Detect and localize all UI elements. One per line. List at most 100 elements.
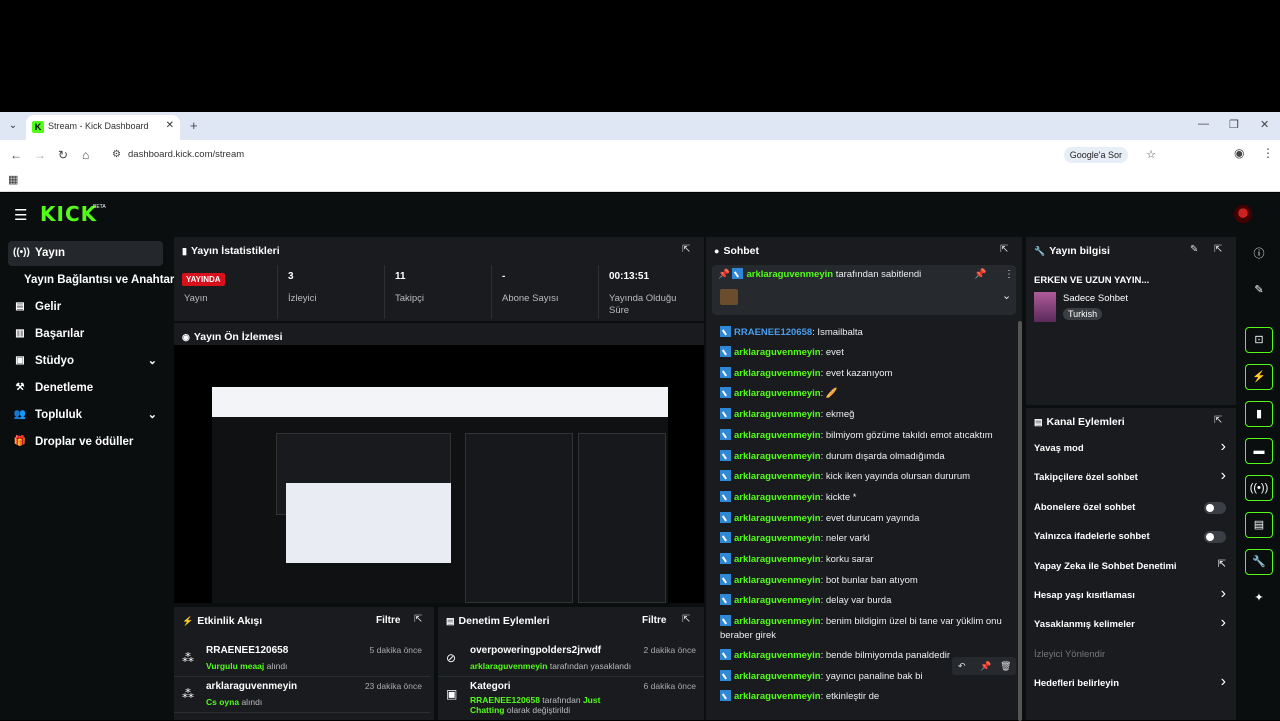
google-lens-button[interactable]: Google'a Sor [1063, 147, 1128, 163]
chat-message[interactable]: arklaraguvenmeyin: bende bilmiyomda pana… [720, 648, 950, 664]
tab-search-icon[interactable]: ⌄ [6, 119, 20, 133]
sidebar-item-stream[interactable]: ((•)) Yayın [8, 241, 163, 266]
channel-action-row[interactable]: Abonelere özel sohbet [1026, 493, 1236, 522]
chat-username[interactable]: arklaraguvenmeyin [734, 492, 821, 503]
chat-message[interactable]: arklaraguvenmeyin: ekmeğ [720, 407, 854, 423]
clip-icon[interactable]: ⊡ [1245, 327, 1273, 353]
chat-username[interactable]: RRAENEE120658 [734, 327, 812, 338]
channel-action-row[interactable]: Hedefleri belirleyin › [1026, 669, 1236, 698]
sidebar-item-moderation[interactable]: ⚒ Denetleme [8, 376, 163, 401]
popout-icon[interactable]: ⇱ [414, 614, 422, 625]
restore-icon[interactable]: ❐ [1229, 118, 1239, 131]
apps-grid-icon[interactable]: ▦ [8, 173, 18, 186]
chat-message[interactable]: arklaraguvenmeyin: yayıncı panaline bak … [720, 669, 923, 685]
chat-username[interactable]: arklaraguvenmeyin [734, 595, 821, 606]
popout-icon[interactable]: ⇱ [1000, 244, 1008, 255]
layout-icon[interactable]: ▤ [1245, 512, 1273, 538]
tab-close-icon[interactable]: ✕ [166, 120, 174, 131]
chat-message[interactable]: beraber girek [720, 628, 776, 644]
chat-username[interactable]: arklaraguvenmeyin [734, 388, 821, 399]
toggle-switch[interactable] [1204, 531, 1226, 544]
toggle-switch[interactable] [1204, 501, 1226, 514]
chat-username[interactable]: arklaraguvenmeyin [734, 575, 821, 586]
chat-message[interactable]: arklaraguvenmeyin: delay var burda [720, 593, 891, 609]
sidebar-item-drops[interactable]: 🎁 Droplar ve ödüller [8, 430, 163, 455]
reply-icon[interactable]: ↶ [958, 657, 966, 675]
chat-username[interactable]: arklaraguvenmeyin [734, 671, 821, 682]
chat-message[interactable]: RRAENEE120658: Ismailbalta [720, 325, 863, 341]
chat-message[interactable]: arklaraguvenmeyin: evet durucam yayında [720, 511, 919, 527]
new-tab-icon[interactable]: + [190, 118, 198, 133]
chevron-down-icon[interactable]: ⌄ [1002, 289, 1011, 302]
chat-username[interactable]: arklaraguvenmeyin [734, 533, 821, 544]
chat-username[interactable]: arklaraguvenmeyin [734, 554, 821, 565]
channel-action-row[interactable]: Yapay Zeka ile Sohbet Denetimi ⇱ [1026, 552, 1236, 581]
sidebar-item-community[interactable]: 👥 Topluluk ⌄ [8, 403, 163, 428]
channel-action-row[interactable]: Yasaklanmış kelimeler › [1026, 610, 1236, 639]
chat-username[interactable]: arklaraguvenmeyin [734, 368, 821, 379]
popout-icon[interactable]: ⇱ [682, 614, 690, 625]
more-options-icon[interactable]: ⋮ [1004, 269, 1014, 280]
sidebar-item-revenue[interactable]: ▤ Gelir [8, 295, 163, 320]
sidebar-item-stream-key[interactable]: Yayın Bağlantısı ve Anahtarı [8, 268, 178, 293]
preview-video[interactable] [174, 345, 704, 603]
wrench-icon[interactable]: 🔧 [1245, 549, 1273, 575]
broadcast-icon[interactable]: ((•)) [1245, 475, 1273, 501]
back-icon[interactable]: ← [10, 148, 22, 162]
channel-action-row[interactable]: Yavaş mod › [1026, 434, 1236, 463]
chat-message[interactable]: arklaraguvenmeyin: bot bunlar ban atıyom [720, 573, 918, 589]
chat-message[interactable]: arklaraguvenmeyin: 🥖 [720, 386, 838, 402]
menu-icon[interactable]: ☰ [14, 206, 27, 224]
chat-message[interactable]: arklaraguvenmeyin: neler varkl [720, 531, 870, 547]
channel-action-row[interactable]: Hesap yaşı kısıtlaması › [1026, 581, 1236, 610]
browser-menu-icon[interactable]: ⋮ [1262, 146, 1274, 160]
pinned-message[interactable]: 📌 arklaraguvenmeyin tarafından sabitlend… [712, 265, 1016, 315]
channel-action-row[interactable]: Yalnızca ifadelerle sohbet [1026, 522, 1236, 551]
browser-tab[interactable]: K Stream - Kick Dashboard ✕ [26, 115, 180, 140]
pin-icon[interactable]: 📌 [974, 269, 986, 280]
sidebar-item-achievements[interactable]: ▥ Başarılar [8, 322, 163, 347]
chat-bubble-icon[interactable]: ▬ [1245, 438, 1273, 464]
chat-username[interactable]: arklaraguvenmeyin [734, 691, 821, 702]
channel-action-row[interactable]: Takipçilere özel sohbet › [1026, 463, 1236, 492]
pin-message-icon[interactable]: 📌 [980, 657, 991, 675]
chat-message[interactable]: arklaraguvenmeyin: korku sarar [720, 552, 873, 568]
minimize-icon[interactable]: — [1198, 118, 1209, 130]
close-window-icon[interactable]: ✕ [1260, 118, 1269, 131]
chat-message[interactable]: arklaraguvenmeyin: evet kazanıyom [720, 366, 892, 382]
delete-icon[interactable]: 🗑 [1000, 657, 1011, 675]
popout-icon[interactable]: ⇱ [1214, 415, 1222, 426]
chat-username[interactable]: arklaraguvenmeyin [734, 513, 821, 524]
chat-username[interactable]: arklaraguvenmeyin [734, 430, 821, 441]
filter-button[interactable]: Filtre [376, 615, 400, 626]
chat-message[interactable]: arklaraguvenmeyin: kick iken yayında olu… [720, 469, 970, 485]
sidebar-item-studio[interactable]: ▣ Stüdyo ⌄ [8, 349, 163, 374]
chat-scrollbar[interactable] [1018, 321, 1022, 721]
popout-icon[interactable]: ⇱ [682, 244, 690, 255]
edit-icon[interactable]: ✎ [1245, 277, 1273, 303]
chat-message[interactable]: arklaraguvenmeyin: etkinleştir de [720, 689, 879, 705]
address-bar[interactable]: ⚙ dashboard.kick.com/stream Google'a Sor… [104, 144, 1224, 166]
chat-message[interactable]: arklaraguvenmeyin: durum dışarda olmadığ… [720, 449, 945, 465]
forward-icon[interactable]: → [34, 148, 46, 162]
edit-icon[interactable]: ✎ [1190, 244, 1198, 255]
user-avatar[interactable] [1234, 205, 1252, 223]
bolt-icon[interactable]: ⚡ [1245, 364, 1273, 390]
puzzle-icon[interactable]: ✦ [1245, 585, 1273, 611]
chat-message[interactable]: arklaraguvenmeyin: evet [720, 345, 844, 361]
kick-logo[interactable]: KICK [40, 202, 97, 226]
chat-username[interactable]: arklaraguvenmeyin [734, 409, 821, 420]
document-icon[interactable]: ▮ [1245, 401, 1273, 427]
chat-message[interactable]: arklaraguvenmeyin: kickte * [720, 490, 857, 506]
reload-icon[interactable]: ↻ [58, 148, 68, 162]
chat-username[interactable]: arklaraguvenmeyin [734, 347, 821, 358]
profile-icon[interactable]: ◉ [1234, 146, 1244, 160]
popout-icon[interactable]: ⇱ [1214, 244, 1222, 255]
bookmark-star-icon[interactable]: ☆ [1146, 148, 1156, 161]
chat-username[interactable]: arklaraguvenmeyin [734, 471, 821, 482]
info-icon[interactable]: ⓘ [1245, 241, 1273, 267]
site-info-icon[interactable]: ⚙ [112, 149, 121, 160]
filter-button[interactable]: Filtre [642, 615, 666, 626]
chat-username[interactable]: arklaraguvenmeyin [734, 451, 821, 462]
chat-username[interactable]: arklaraguvenmeyin [734, 650, 821, 661]
